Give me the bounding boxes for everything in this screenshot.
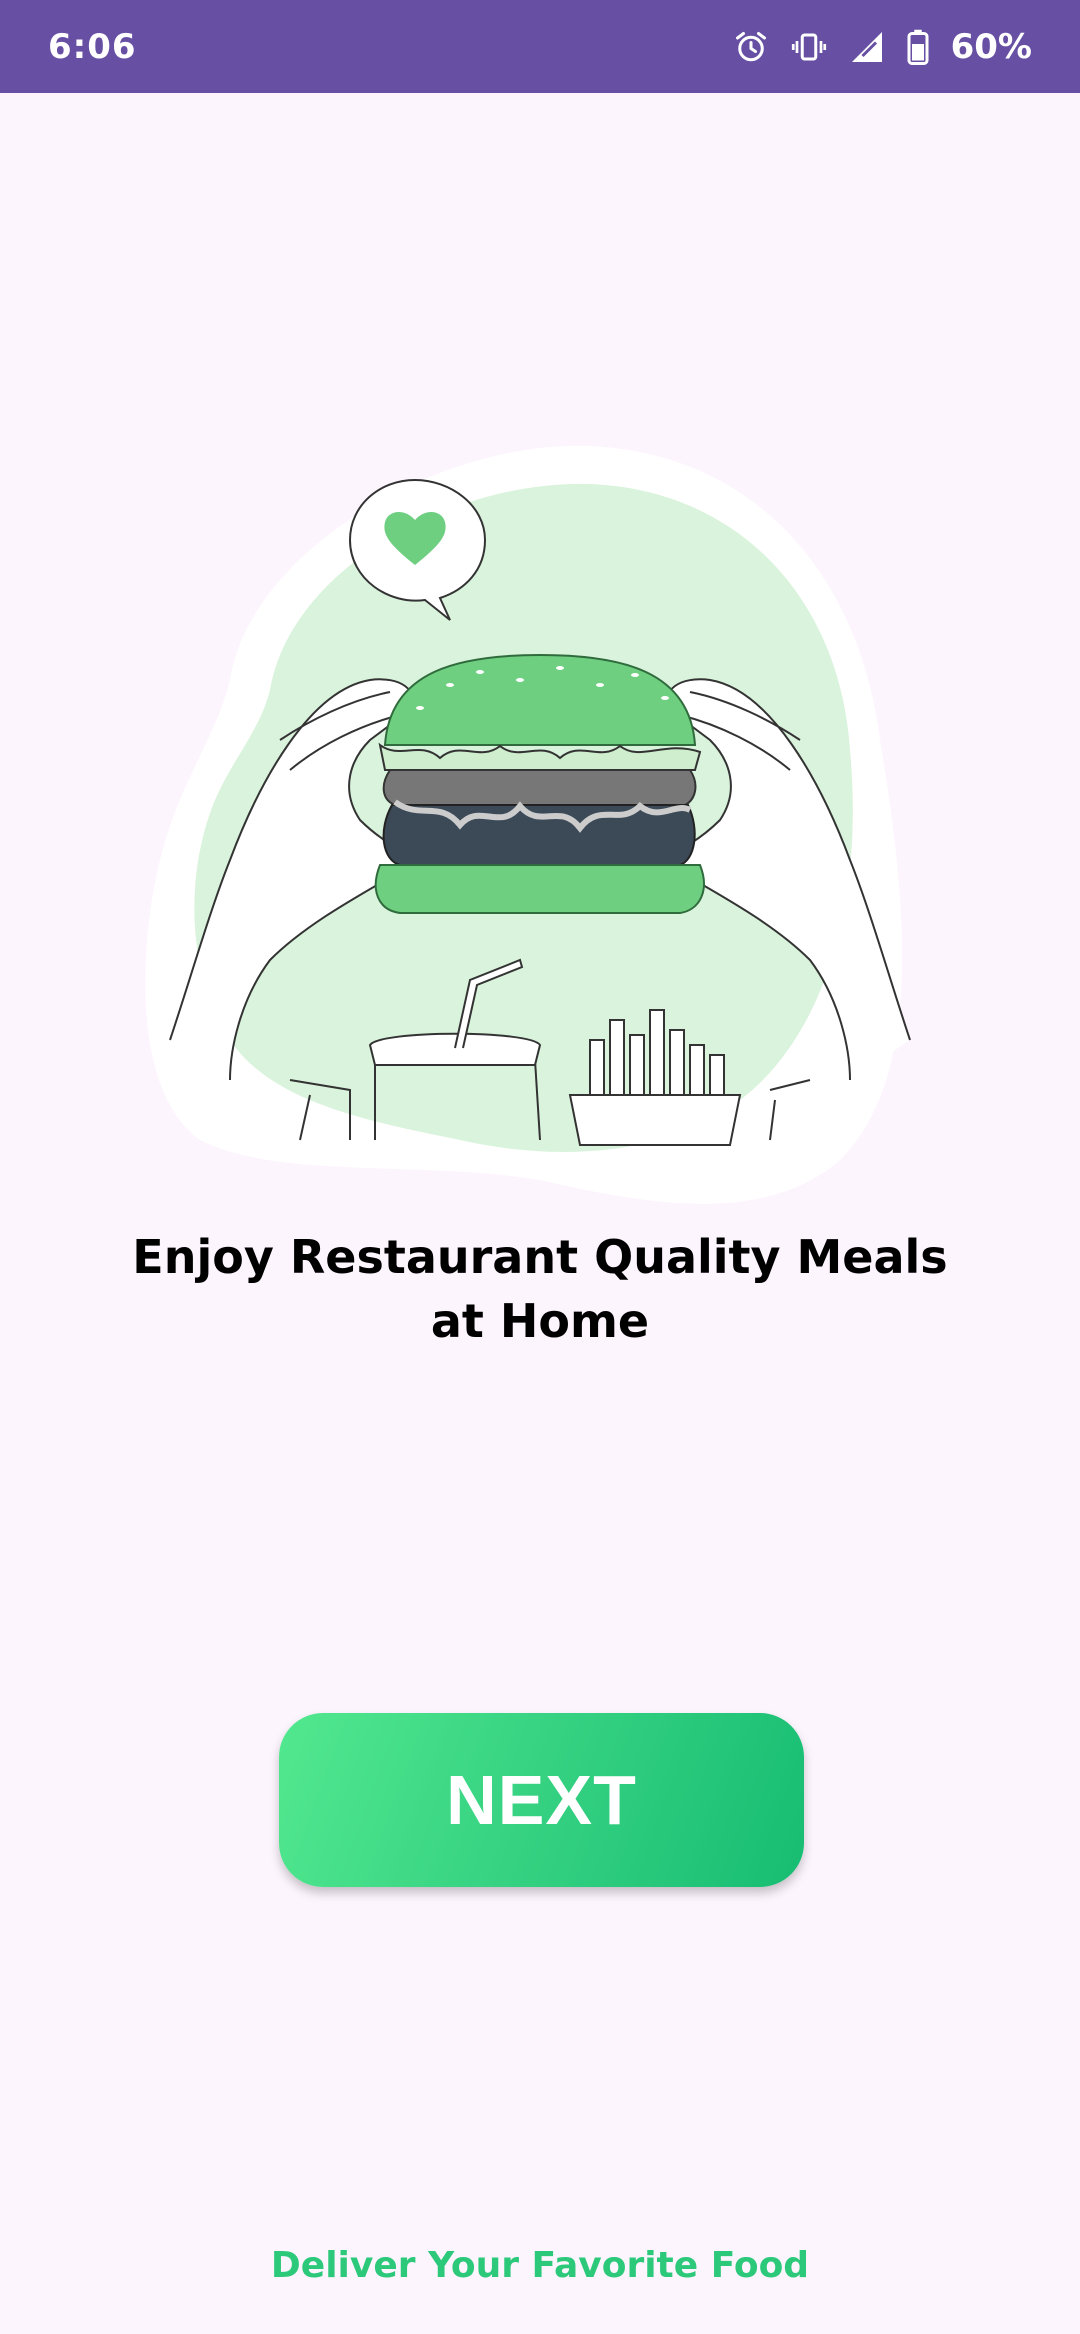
battery-percent: 60% [950,26,1032,67]
next-button[interactable]: NEXT [279,1713,804,1887]
title-line-2: at Home [430,1294,650,1348]
burger-illustration [120,440,960,1230]
vibrate-icon [791,29,827,65]
battery-icon [907,29,929,65]
footer-tagline: Deliver Your Favorite Food [270,2245,810,2286]
alarm-icon [733,29,769,65]
onboarding-title: Enjoy Restaurant Quality Meals at Home [0,1225,1080,1353]
signal-icon [849,29,885,65]
title-line-1: Enjoy Restaurant Quality Meals [132,1230,948,1284]
status-time: 6:06 [48,26,137,67]
status-icons: 60% [733,27,1032,67]
status-bar: 6:06 60% [0,0,1080,93]
